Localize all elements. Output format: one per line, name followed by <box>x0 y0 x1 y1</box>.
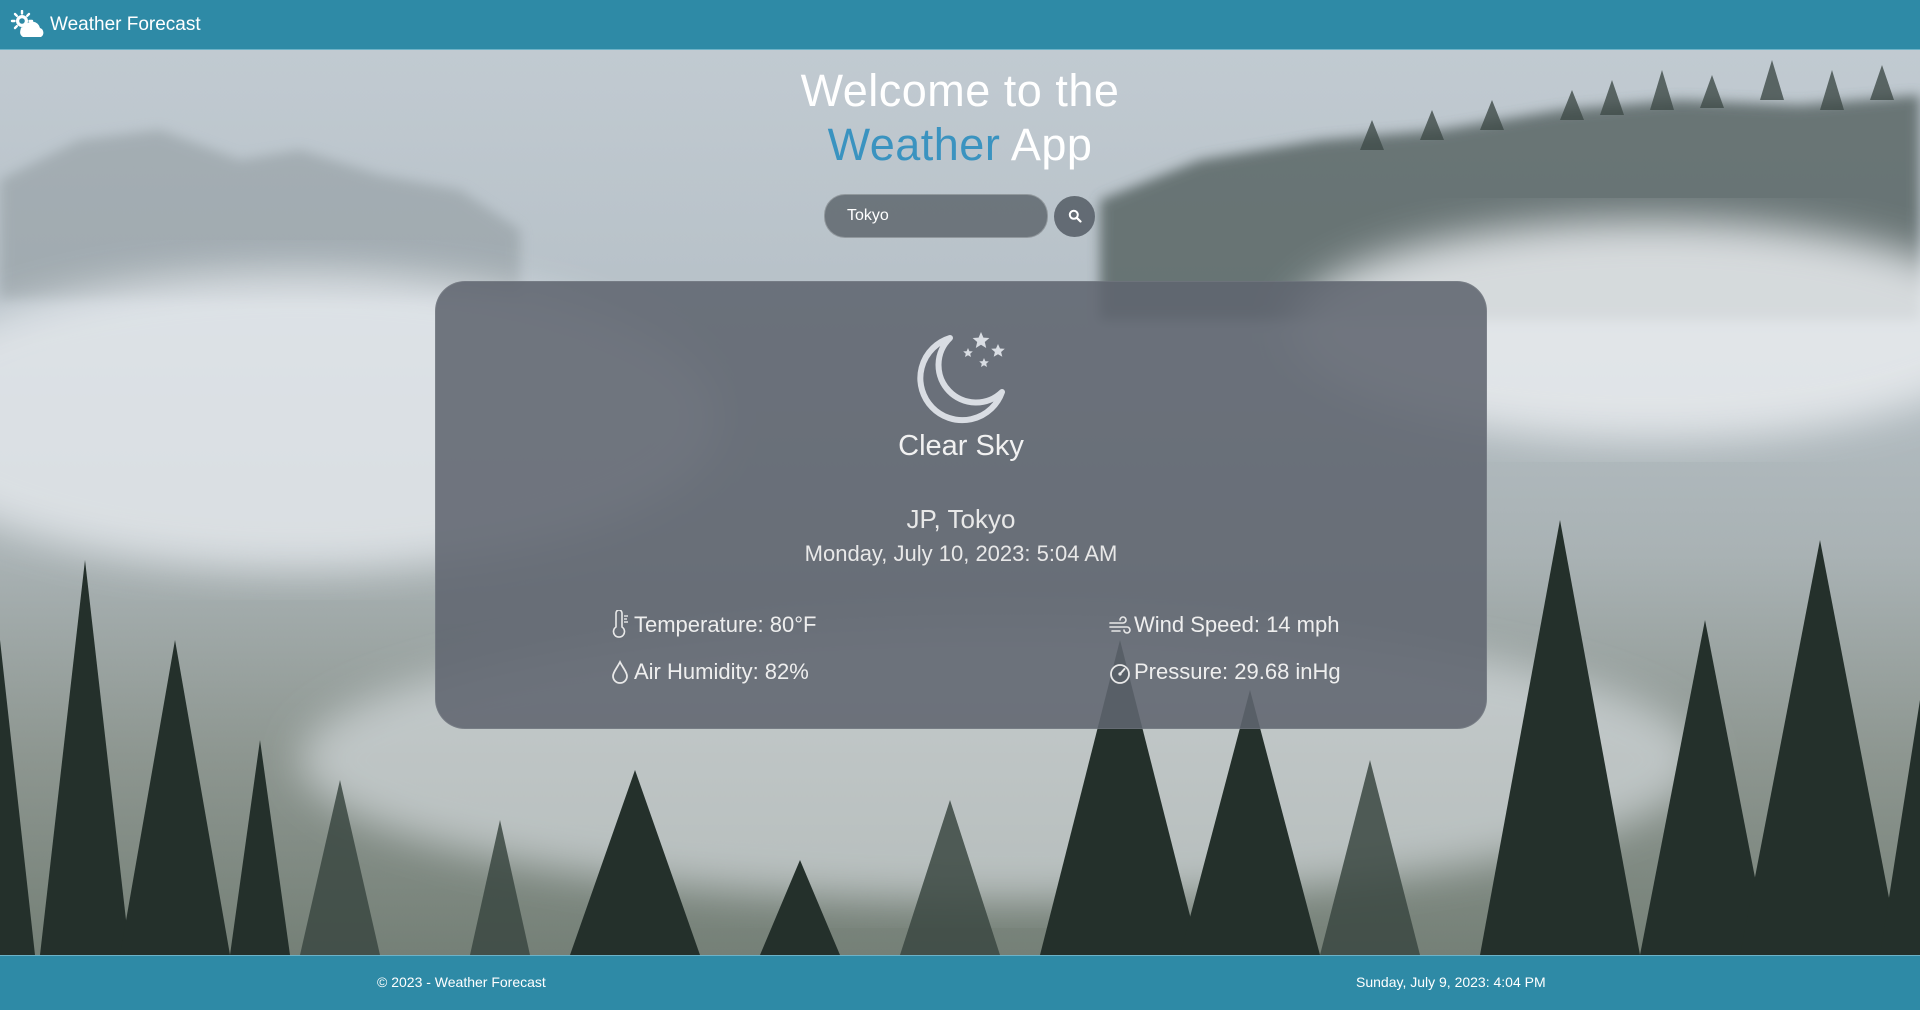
local-datetime: Monday, July 10, 2023: 5:04 AM <box>804 541 1118 566</box>
top-navbar: Weather Forecast <box>0 0 1920 50</box>
location-label: JP, Tokyo <box>906 504 1016 534</box>
moon-stars-icon <box>917 332 1005 424</box>
welcome-line-1: Welcome to the <box>800 65 1120 116</box>
water-drop-icon <box>612 659 628 684</box>
city-search-input[interactable] <box>824 194 1048 238</box>
search-icon <box>1068 209 1082 223</box>
weather-condition: Clear Sky <box>898 430 1024 462</box>
wind-stat: Wind Speed: 14 mph <box>1108 610 1339 638</box>
brand-link[interactable]: Weather Forecast <box>10 9 201 40</box>
pressure-value: Pressure: 29.68 inHg <box>1134 659 1341 684</box>
hero-section: Welcome to the Weather App <box>0 64 1920 172</box>
wind-speed-value: Wind Speed: 14 mph <box>1134 612 1340 637</box>
footer-bar: © 2023 - Weather Forecast Sunday, July 9… <box>0 955 1920 1010</box>
wind-icon <box>1109 616 1131 634</box>
humidity-value: Air Humidity: 82% <box>634 659 809 684</box>
gauge-icon <box>1110 664 1130 684</box>
weather-card: Clear Sky JP, Tokyo Monday, July 10, 202… <box>435 281 1487 729</box>
app-title: Weather Forecast <box>50 13 201 35</box>
thermometer-icon <box>612 610 628 638</box>
sun-cloud-logo-icon <box>10 9 44 37</box>
temperature-value: Temperature: 80°F <box>634 612 817 637</box>
pressure-stat: Pressure: 29.68 inHg <box>1108 657 1341 685</box>
footer-current-date: Sunday, July 9, 2023: 4:04 PM <box>1356 974 1546 990</box>
welcome-line-2-rest: App <box>1000 119 1093 170</box>
welcome-heading: Welcome to the Weather App <box>0 64 1920 172</box>
city-search-form <box>824 194 1095 238</box>
search-button[interactable] <box>1054 195 1095 237</box>
humidity-stat: Air Humidity: 82% <box>608 657 809 685</box>
copyright-text: © 2023 - Weather Forecast <box>377 974 546 990</box>
welcome-accent-word: Weather <box>827 119 1001 170</box>
temperature-stat: Temperature: 80°F <box>608 610 816 638</box>
